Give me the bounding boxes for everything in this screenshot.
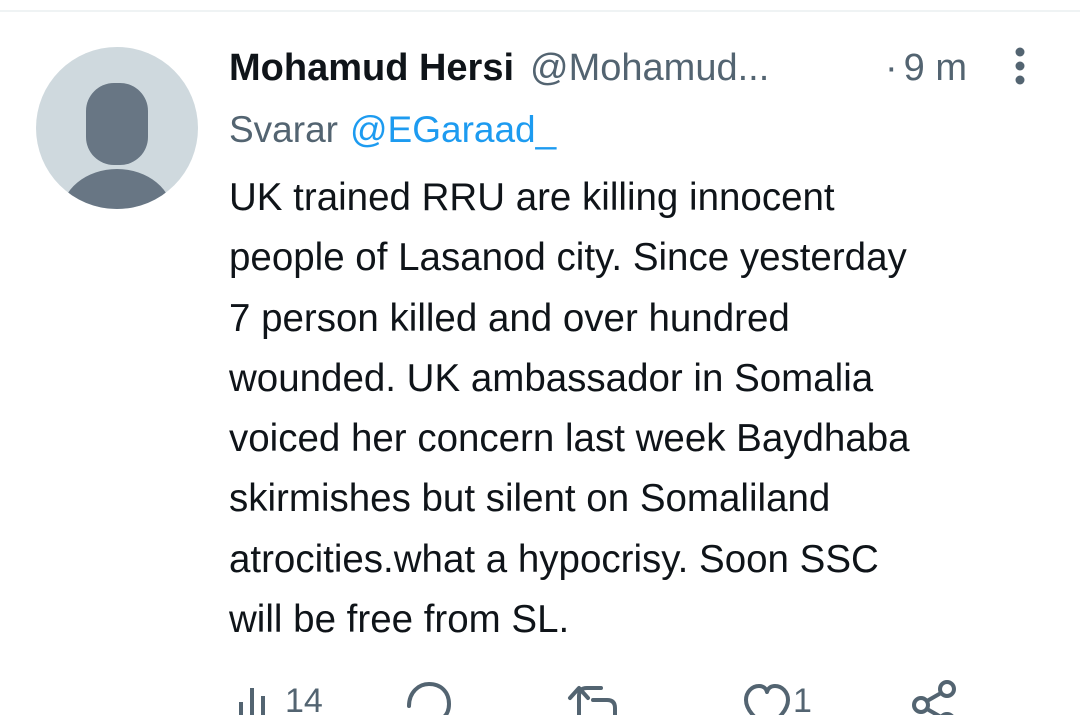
tweet-text-line: wounded. UK ambassador in Somalia bbox=[229, 356, 874, 400]
top-divider bbox=[0, 10, 1080, 12]
tweet-text-line: atrocities.what a hypocrisy. Soon SSC bbox=[229, 537, 879, 581]
author-display-name[interactable]: Mohamud Hersi bbox=[229, 47, 514, 90]
views-count: 14 bbox=[285, 682, 323, 715]
bar-chart-icon bbox=[239, 688, 265, 715]
heart-icon bbox=[744, 684, 790, 715]
share-icon bbox=[912, 680, 956, 715]
tweet-actions: 14 1 bbox=[229, 672, 1029, 715]
tweet-text-line: people of Lasanod city. Since yesterday bbox=[229, 236, 907, 280]
replying-to: Svarar @EGaraad_ bbox=[229, 104, 556, 156]
tweet-text-line: skirmishes but silent on Somaliland bbox=[229, 477, 831, 521]
like-button[interactable]: 1 bbox=[743, 672, 812, 715]
comment-icon bbox=[407, 681, 452, 715]
retweet-button[interactable] bbox=[565, 672, 629, 715]
tweet-text-line: 7 person killed and over hundred bbox=[229, 296, 790, 340]
more-options-button[interactable] bbox=[1004, 44, 1036, 88]
timestamp-link[interactable]: 9 m bbox=[904, 47, 967, 90]
reply-mention-link[interactable]: @EGaraad_ bbox=[350, 109, 556, 151]
tweet-text-line: voiced her concern last week Baydhaba bbox=[229, 417, 910, 461]
default-profile-icon bbox=[61, 83, 173, 209]
avatar[interactable] bbox=[36, 47, 198, 209]
reply-button[interactable] bbox=[403, 672, 455, 715]
retweet-icon bbox=[568, 686, 617, 715]
tweet-text: UK trained RRU are killing innocent peop… bbox=[229, 168, 1049, 650]
author-handle[interactable]: @Mohamud... bbox=[530, 47, 769, 90]
share-button[interactable] bbox=[909, 672, 961, 715]
more-vertical-icon bbox=[1015, 47, 1025, 85]
tweet-text-line: will be free from SL. bbox=[229, 598, 570, 642]
tweet-timestamp: · 9 m bbox=[885, 40, 967, 96]
like-count: 1 bbox=[793, 682, 812, 715]
replying-to-label: Svarar bbox=[229, 109, 338, 150]
separator-dot: · bbox=[885, 46, 898, 89]
views-button[interactable]: 14 bbox=[237, 672, 323, 715]
tweet-text-line: UK trained RRU are killing innocent bbox=[229, 176, 835, 219]
tweet-header: Mohamud Hersi @Mohamud... bbox=[229, 40, 769, 96]
